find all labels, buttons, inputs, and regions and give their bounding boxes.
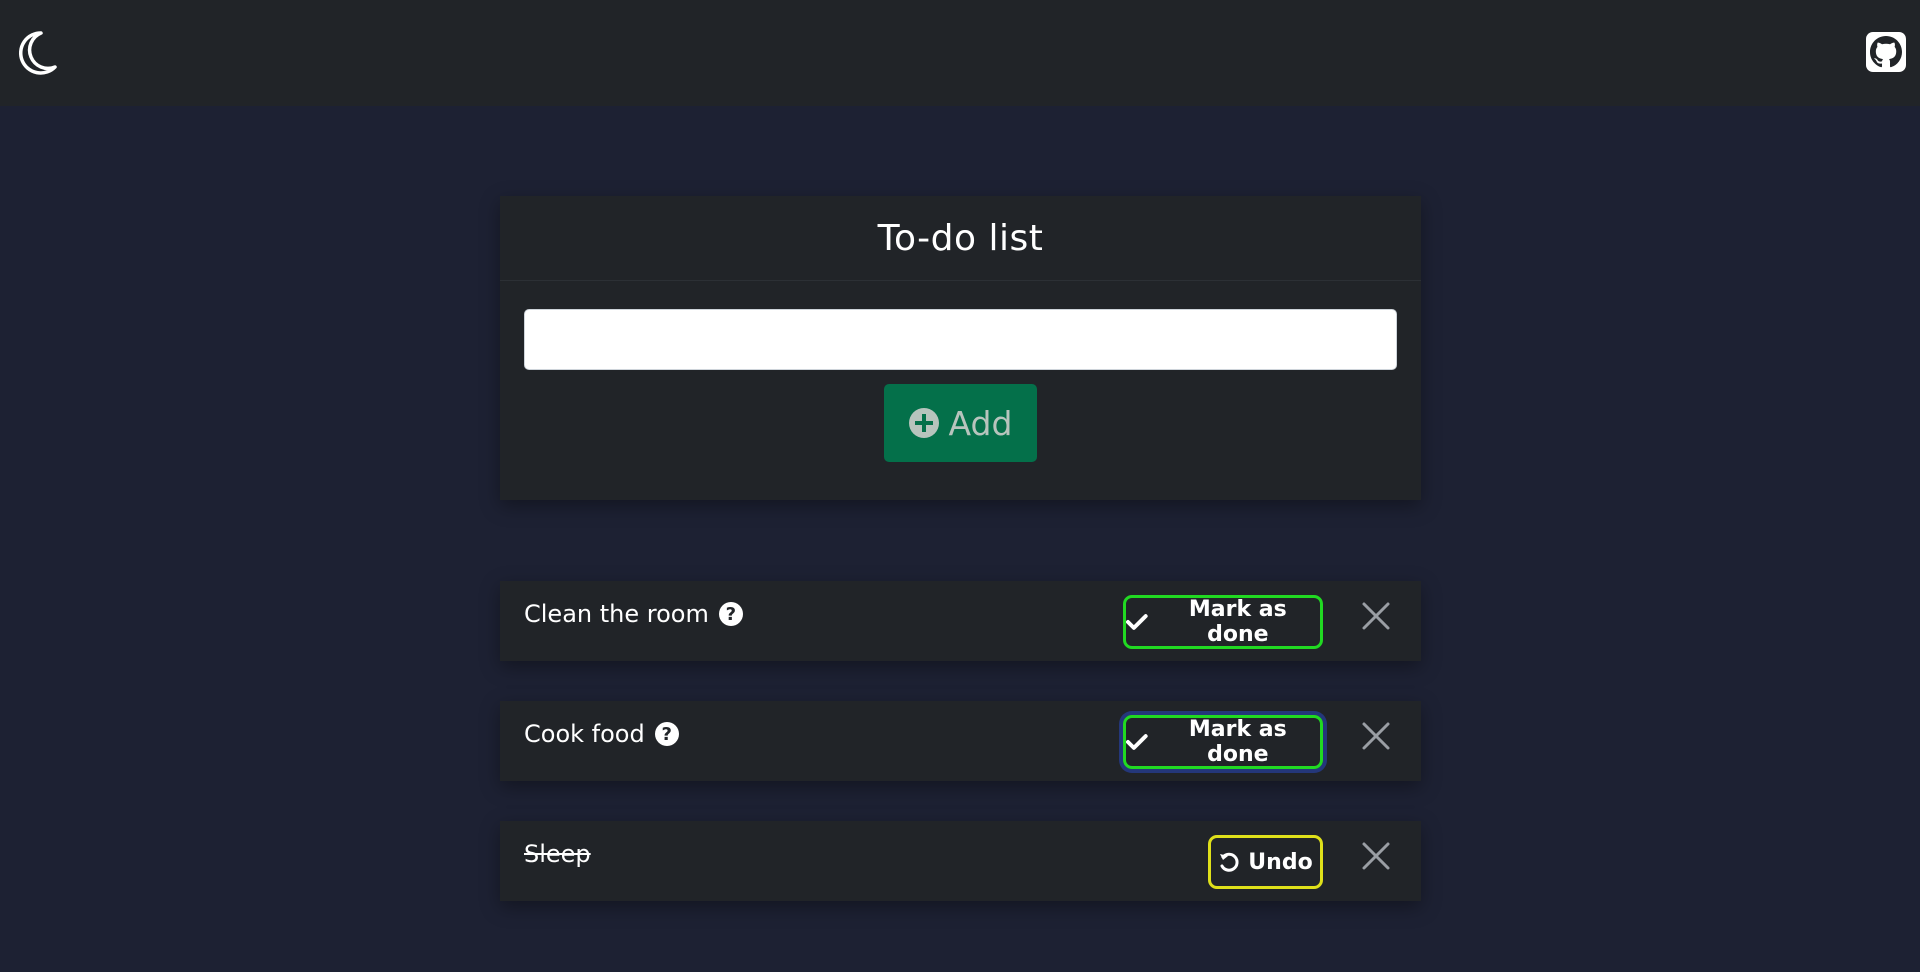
task-text: Cook food [524,720,645,748]
close-icon [1362,842,1390,870]
add-button-label: Add [948,403,1013,443]
task-input[interactable] [524,309,1397,370]
delete-task-button[interactable] [1361,601,1391,631]
task-label: Sleep [524,836,591,872]
add-button[interactable]: Add [884,384,1037,462]
check-icon [1126,734,1148,750]
check-icon [1126,614,1148,630]
close-icon [1362,602,1390,630]
task-text: Clean the room [524,600,709,628]
task-item: Cook food ? Mark as done [500,701,1421,781]
navbar [0,0,1920,106]
page-title: To-do list [877,217,1044,259]
todo-card: To-do list Add [500,196,1421,500]
close-icon [1362,722,1390,750]
task-item: Sleep Undo [500,821,1421,901]
mark-as-done-label: Mark as done [1188,717,1287,767]
github-icon [1870,36,1902,68]
task-text: Sleep [524,840,591,868]
mark-as-done-label: Mark as done [1188,597,1287,647]
task-item: Clean the room ? Mark as done [500,581,1421,661]
mark-as-done-button[interactable]: Mark as done [1123,715,1323,769]
mark-as-done-button[interactable]: Mark as done [1123,595,1323,649]
undo-icon [1220,852,1239,872]
moon-icon [18,31,57,75]
plus-circle-icon [908,408,939,438]
question-circle-icon[interactable]: ? [654,722,679,746]
delete-task-button[interactable] [1361,721,1391,751]
task-label: Clean the room ? [524,596,743,632]
undo-button[interactable]: Undo [1208,835,1323,889]
task-label: Cook food ? [524,716,679,752]
card-header: To-do list [500,196,1421,281]
github-link[interactable] [1866,32,1906,72]
theme-toggle-button[interactable] [12,26,62,80]
question-circle-icon[interactable]: ? [718,602,743,626]
undo-label: Undo [1248,849,1313,875]
delete-task-button[interactable] [1361,841,1391,871]
